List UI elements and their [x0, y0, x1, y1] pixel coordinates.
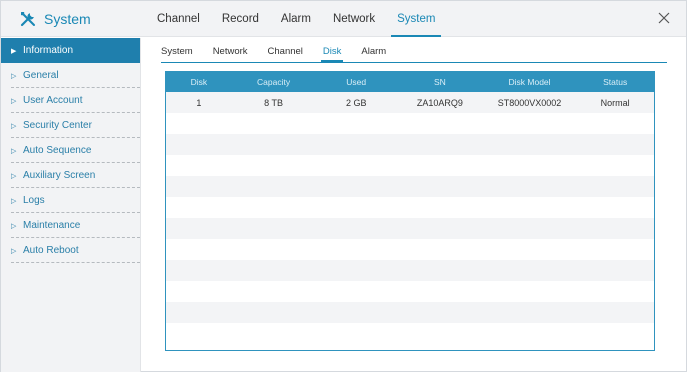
sidebar-item-label: Auto Sequence	[23, 145, 92, 156]
subtab-system[interactable]: System	[161, 43, 193, 62]
app-title-text: System	[44, 11, 91, 27]
sidebar-item-label: Auto Reboot	[23, 245, 79, 256]
disk-table: Disk Capacity Used SN Disk Model Status 1 8 TB…	[165, 71, 655, 351]
top-bar: System Channel Record Alarm Network System	[1, 1, 686, 37]
sidebar-item-security-center[interactable]: ▷ Security Center	[1, 113, 140, 138]
column-header-disk-model: Disk Model	[508, 77, 551, 87]
table-cell: 8 TB	[264, 97, 283, 108]
column-header-capacity: Capacity	[257, 77, 291, 87]
tab-alarm[interactable]: Alarm	[281, 1, 311, 37]
table-row	[166, 176, 654, 197]
triangle-right-icon: ▷	[11, 247, 17, 255]
table-cell: 1	[196, 97, 202, 108]
column-header-sn: SN	[433, 77, 446, 87]
sidebar-item-label: Logs	[23, 195, 45, 206]
table-row	[166, 197, 654, 218]
tab-channel[interactable]: Channel	[157, 1, 200, 37]
sidebar-item-information[interactable]: ▶ Information	[1, 38, 140, 63]
subtab-channel[interactable]: Channel	[268, 43, 303, 62]
sidebar-item-label: Auxiliary Screen	[23, 170, 96, 181]
system-settings-window: System Channel Record Alarm Network System ▶…	[0, 0, 687, 372]
table-cell: 2 GB	[345, 97, 367, 108]
triangle-right-filled-icon: ▶	[11, 47, 17, 55]
triangle-right-icon: ▷	[11, 72, 17, 80]
triangle-right-icon: ▷	[11, 97, 17, 105]
subtab-disk[interactable]: Disk	[320, 43, 344, 62]
table-header: Disk Capacity Used SN Disk Model Status	[166, 72, 654, 92]
table-row	[166, 302, 654, 323]
sidebar-item-label: General	[23, 70, 59, 81]
sidebar-item-label: Maintenance	[23, 220, 81, 231]
triangle-right-icon: ▷	[11, 222, 17, 230]
table-row	[166, 218, 654, 239]
sidebar-item-label: Information	[23, 45, 74, 56]
table-row	[166, 134, 654, 155]
sub-tabs: System Network Channel Disk Alarm	[161, 43, 667, 63]
column-header-status: Status	[603, 77, 628, 87]
column-header-disk: Disk	[190, 77, 208, 87]
triangle-right-icon: ▷	[11, 172, 17, 180]
sidebar-item-maintenance[interactable]: ▷ Maintenance	[1, 213, 140, 238]
main-tabs: Channel Record Alarm Network System	[157, 1, 457, 37]
tab-network[interactable]: Network	[333, 1, 375, 37]
table-row[interactable]: 1 8 TB 2 GB ZA10ARQ9 ST8000VX0002 Normal	[166, 92, 654, 113]
subtab-network[interactable]: Network	[213, 43, 248, 62]
triangle-right-icon: ▷	[11, 147, 17, 155]
triangle-right-icon: ▷	[11, 122, 17, 130]
sidebar-item-auxiliary-screen[interactable]: ▷ Auxiliary Screen	[1, 163, 140, 188]
table-row	[166, 155, 654, 176]
sidebar-item-auto-reboot[interactable]: ▷ Auto Reboot	[1, 238, 140, 263]
sidebar-item-label: Security Center	[23, 120, 92, 131]
sidebar-item-label: User Account	[23, 95, 83, 106]
table-cell: Normal	[600, 97, 630, 108]
table-row	[166, 239, 654, 260]
subtab-alarm[interactable]: Alarm	[361, 43, 386, 62]
sidebar-item-logs[interactable]: ▷ Logs	[1, 188, 140, 213]
tab-record[interactable]: Record	[222, 1, 259, 37]
table-cell: ZA10ARQ9	[416, 97, 463, 108]
tools-icon	[19, 10, 37, 28]
table-body: 1 8 TB 2 GB ZA10ARQ9 ST8000VX0002 Normal	[166, 92, 654, 344]
sidebar: ▶ Information ▷ General ▷ User Account ▷ Securi…	[1, 38, 141, 372]
table-cell: ST8000VX0002	[497, 97, 562, 108]
triangle-right-icon: ▷	[11, 197, 17, 205]
sidebar-item-auto-sequence[interactable]: ▷ Auto Sequence	[1, 138, 140, 163]
table-row	[166, 323, 654, 344]
sidebar-item-general[interactable]: ▷ General	[1, 63, 140, 88]
table-row	[166, 281, 654, 302]
table-row	[166, 260, 654, 281]
column-header-used: Used	[346, 77, 367, 87]
app-title: System	[19, 1, 91, 37]
sidebar-item-user-account[interactable]: ▷ User Account	[1, 88, 140, 113]
tab-system[interactable]: System	[391, 1, 442, 37]
table-row	[166, 113, 654, 134]
close-icon[interactable]	[656, 10, 672, 26]
